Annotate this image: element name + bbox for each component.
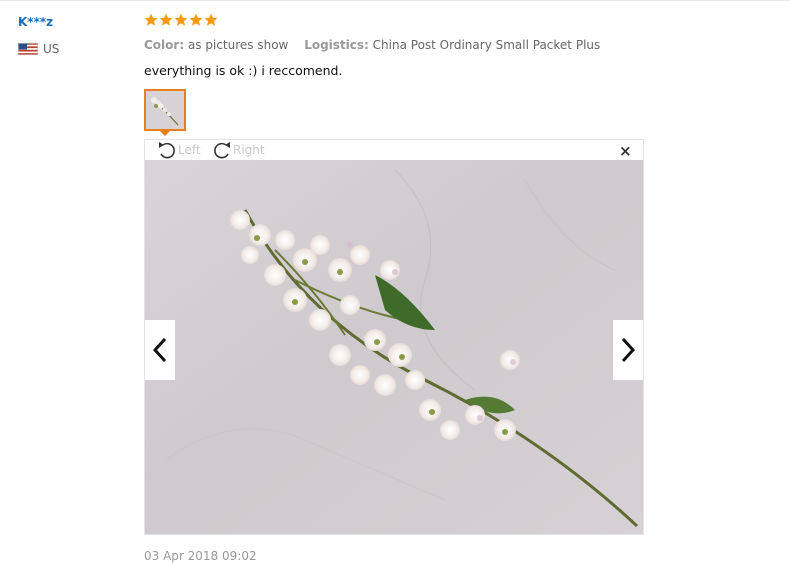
chevron-left-icon xyxy=(152,337,167,363)
photo-viewer: Left Right × xyxy=(144,139,644,535)
star-icon xyxy=(174,13,188,26)
reviewer-name[interactable]: K***z xyxy=(18,15,53,29)
star-icon xyxy=(159,13,173,26)
country-code: US xyxy=(43,42,60,56)
rotate-left-label: Left xyxy=(178,143,201,157)
rotate-right-button[interactable]: Right xyxy=(211,140,265,160)
divider xyxy=(0,0,790,1)
reviewer-country: US xyxy=(18,42,59,56)
attr-value-logistics: China Post Ordinary Small Packet Plus xyxy=(372,38,601,52)
review-text: everything is ok :) i reccomend. xyxy=(144,63,343,78)
review-photo xyxy=(145,160,643,534)
rating-stars xyxy=(144,13,218,27)
attr-key-color: Color: xyxy=(144,38,185,52)
thumbnail-pointer xyxy=(159,130,171,136)
close-icon[interactable]: × xyxy=(619,142,632,160)
review-date: 03 Apr 2018 09:02 xyxy=(144,549,257,563)
rotate-left-icon xyxy=(159,142,175,159)
rotate-right-label: Right xyxy=(233,143,265,157)
review-photo-thumbnail[interactable] xyxy=(144,89,186,131)
next-photo-button[interactable] xyxy=(613,320,643,380)
star-icon xyxy=(204,13,218,26)
attr-key-logistics: Logistics: xyxy=(304,38,369,52)
star-icon xyxy=(144,13,158,26)
viewer-toolbar: Left Right × xyxy=(145,140,643,160)
chevron-right-icon xyxy=(621,337,636,363)
previous-photo-button[interactable] xyxy=(145,320,175,380)
review-attributes: Color: as pictures show Logistics: China… xyxy=(144,38,612,52)
attr-value-color: as pictures show xyxy=(187,38,289,52)
thumbnail-image xyxy=(146,91,184,129)
rotate-right-icon xyxy=(214,142,230,159)
flower-branch-image xyxy=(145,160,643,534)
rotate-left-button[interactable]: Left xyxy=(156,140,201,160)
star-icon xyxy=(189,13,203,26)
us-flag-icon xyxy=(18,43,38,55)
